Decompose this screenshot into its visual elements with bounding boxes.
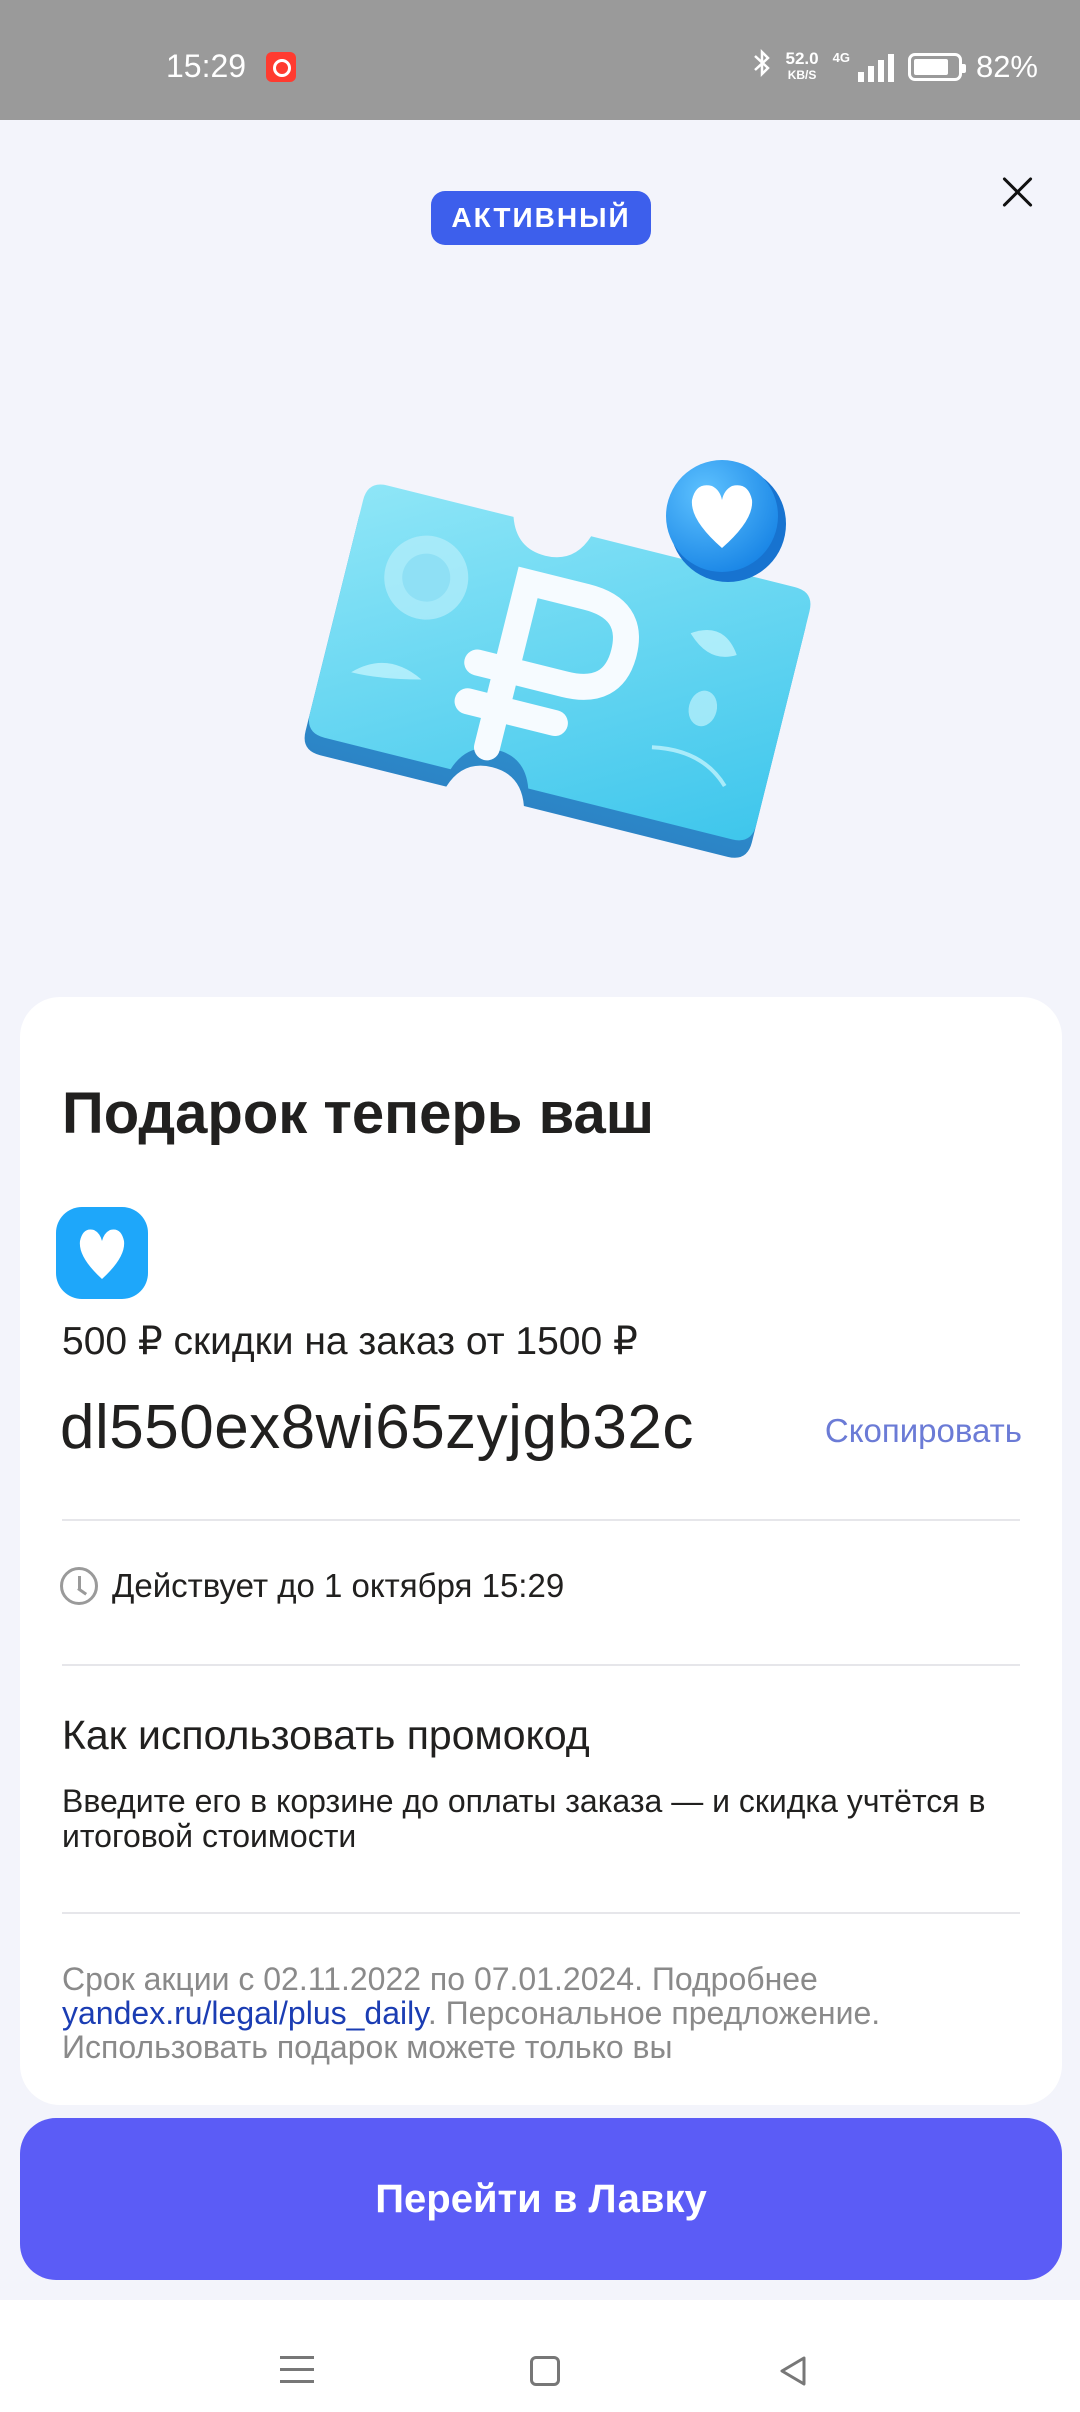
divider xyxy=(62,1664,1020,1666)
go-to-lavka-button[interactable]: Перейти в Лавку xyxy=(20,2118,1062,2280)
system-nav-bar xyxy=(0,2300,1080,2412)
bluetooth-icon xyxy=(752,48,772,86)
legal-prefix: Срок акции с 02.11.2022 по 07.01.2024. П… xyxy=(62,1961,818,1997)
back-icon[interactable] xyxy=(776,2354,810,2388)
status-badge: АКТИВНЫЙ xyxy=(431,191,651,245)
battery-percent: 82% xyxy=(975,49,1038,84)
menu-icon[interactable] xyxy=(280,2356,314,2386)
promo-card: Подарок теперь ваш 500 ₽ скидки на заказ… xyxy=(20,997,1062,2105)
alert-icon xyxy=(266,52,296,82)
close-icon[interactable] xyxy=(996,172,1040,216)
legal-link[interactable]: yandex.ru/legal/plus_daily xyxy=(62,1995,428,2031)
battery-icon xyxy=(907,53,966,81)
brand-logo-icon xyxy=(56,1207,148,1299)
network-type: 4G xyxy=(832,49,850,65)
divider xyxy=(62,1519,1020,1521)
legal-text: Срок акции с 02.11.2022 по 07.01.2024. П… xyxy=(62,1962,1022,2064)
net-speed: 52.0 KB/S xyxy=(785,49,819,83)
battery-fill xyxy=(913,59,949,75)
divider xyxy=(62,1912,1020,1914)
status-indicators: 52.0 KB/S 4G 82% xyxy=(752,48,1038,86)
signal-icon xyxy=(857,52,894,82)
net-speed-value: 52.0 xyxy=(785,49,819,68)
clock-icon xyxy=(60,1567,98,1605)
valid-until-text: Действует до 1 октября 15:29 xyxy=(112,1567,565,1604)
status-time: 15:29 xyxy=(166,48,247,84)
net-speed-unit: KB/S xyxy=(787,68,817,82)
home-icon[interactable] xyxy=(530,2356,560,2386)
promo-code: dl550ex8wi65zyjgb32c xyxy=(60,1393,694,1462)
card-title: Подарок теперь ваш xyxy=(62,1081,655,1146)
coupon-illustration xyxy=(304,460,811,858)
promo-description: 500 ₽ скидки на заказ от 1500 ₽ xyxy=(62,1320,638,1363)
copy-button[interactable]: Скопировать xyxy=(825,1412,1022,1450)
status-bar: 15:29 52.0 KB/S 4G 82% xyxy=(0,0,1080,120)
howto-title: Как использовать промокод xyxy=(62,1712,590,1758)
howto-text: Введите его в корзине до оплаты заказа —… xyxy=(62,1783,986,1854)
valid-until-row: Действует до 1 октября 15:29 xyxy=(60,1567,564,1605)
